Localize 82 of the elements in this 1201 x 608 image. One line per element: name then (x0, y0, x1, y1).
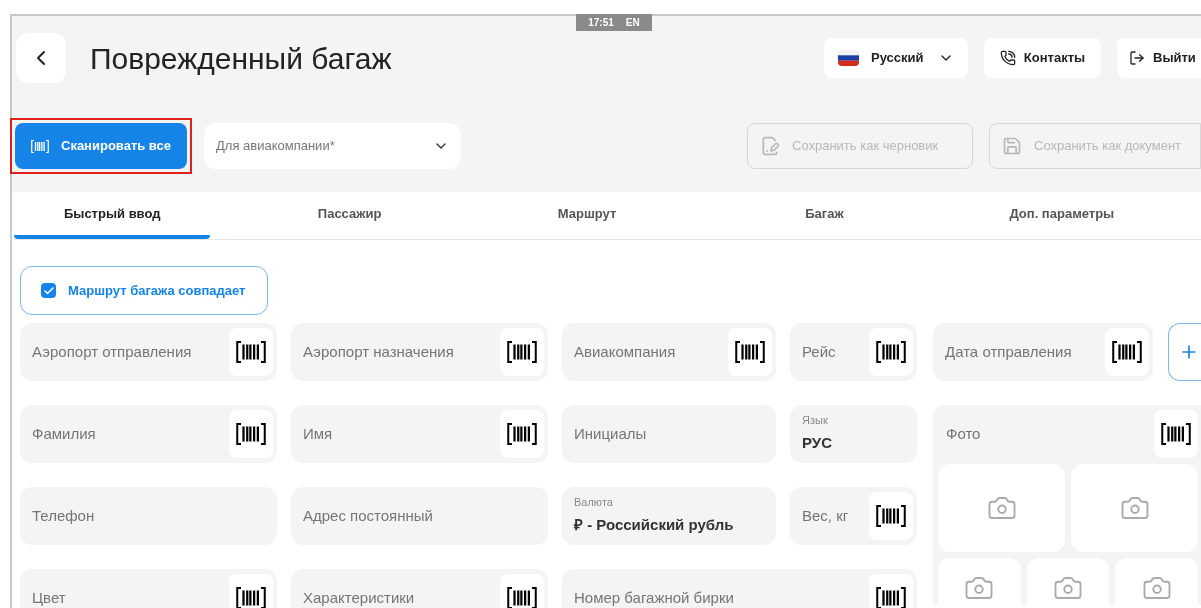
check-icon (42, 284, 55, 297)
scan-button[interactable] (728, 328, 772, 376)
tab[interactable]: Маршрут (488, 192, 686, 239)
input-field[interactable]: Имя (291, 405, 548, 463)
scan-all-button[interactable]: Сканировать все (15, 123, 187, 169)
route-match-checkbox[interactable]: Маршрут багажа совпадает (20, 266, 268, 315)
contacts-button[interactable]: Контакты (984, 38, 1101, 78)
input-field[interactable]: Авиакомпания (562, 323, 776, 381)
input-field[interactable]: Характеристики (291, 569, 548, 608)
field-label: Имя (303, 423, 333, 444)
save-icon (1002, 136, 1022, 156)
field-label: Дата отправления (945, 341, 1072, 362)
barcode-scan-icon (876, 503, 906, 529)
input-field[interactable]: Цвет (20, 569, 277, 608)
barcode-scan-icon (236, 585, 266, 608)
field-label: Адрес постоянный (303, 505, 433, 526)
add-button[interactable] (1168, 323, 1201, 381)
scan-button[interactable] (229, 328, 273, 376)
field-label: Фамилия (32, 423, 96, 444)
scan-button[interactable] (229, 410, 273, 458)
field-label: Вес, кг (802, 505, 849, 526)
field-label: Телефон (32, 505, 95, 526)
airline-select[interactable]: Для авиакомпании* (204, 123, 461, 169)
document-icon (760, 136, 780, 156)
page-title: Поврежденный багаж (90, 40, 392, 77)
scan-button[interactable] (869, 492, 913, 540)
barcode-scan-icon (876, 585, 906, 608)
field-label: Цвет (32, 587, 66, 608)
phone-icon (999, 50, 1016, 66)
input-field[interactable]: Телефон (20, 487, 277, 545)
scan-button[interactable] (869, 328, 913, 376)
field-label: Язык (802, 413, 829, 428)
input-field[interactable]: Номер багажной бирки (562, 569, 917, 608)
tab[interactable]: Доп. параметры (963, 192, 1161, 239)
barcode-scan-icon (507, 421, 537, 447)
input-field[interactable]: Фамилия (20, 405, 277, 463)
input-field[interactable]: Дата отправления (933, 323, 1153, 381)
barcode-scan-icon (876, 339, 906, 365)
scan-button[interactable] (229, 574, 273, 608)
scan-button[interactable] (1105, 328, 1149, 376)
input-field[interactable]: Рейс (790, 323, 917, 381)
scan-button[interactable] (500, 410, 544, 458)
field-label: Аэропорт назначения (303, 341, 454, 362)
tab[interactable]: Пассажир (251, 192, 448, 239)
logout-icon (1129, 50, 1145, 66)
logout-button[interactable]: Выйти (1117, 38, 1201, 78)
barcode-scan-icon (735, 339, 765, 365)
field-label: Аэропорт отправления (32, 341, 192, 362)
scan-button[interactable] (869, 574, 913, 608)
scan-button[interactable] (1154, 410, 1198, 458)
input-field[interactable]: Язык РУС (790, 405, 917, 463)
field-value: ₽ - Российский рубль (574, 514, 735, 535)
field-label: Характеристики (303, 587, 415, 608)
barcode-scan-icon (507, 585, 537, 608)
input-field[interactable]: Аэропорт назначения (291, 323, 548, 381)
barcode-scan-icon (1161, 421, 1191, 447)
flag-icon (838, 50, 859, 66)
tab[interactable]: Быстрый ввод (14, 192, 211, 239)
field-label: Фото (946, 423, 981, 444)
status-language: EN (625, 16, 640, 30)
barcode-scan-icon (236, 339, 266, 365)
barcode-scan-icon (507, 339, 537, 365)
field-value: РУС (802, 432, 833, 453)
field-label: Авиакомпания (574, 341, 676, 362)
barcode-scan-icon (1112, 339, 1142, 365)
checkbox[interactable] (41, 283, 56, 298)
field-label: Валюта (574, 495, 614, 510)
input-field[interactable]: Аэропорт отправления (20, 323, 277, 381)
field-label: Инициалы (574, 423, 647, 444)
input-field[interactable]: Валюта ₽ - Российский рубль (562, 487, 776, 545)
field-label: Рейс (802, 341, 836, 362)
input-field[interactable]: Инициалы (562, 405, 776, 463)
input-field[interactable]: Вес, кг (790, 487, 917, 545)
input-field[interactable]: Адрес постоянный (291, 487, 548, 545)
tab[interactable]: Багаж (726, 192, 923, 239)
barcode-scan-icon (236, 421, 266, 447)
status-time: 17:51 (588, 16, 614, 30)
barcode-scan-icon (31, 138, 49, 154)
scan-button[interactable] (500, 328, 544, 376)
scan-button[interactable] (500, 574, 544, 608)
field-label: Номер багажной бирки (574, 587, 734, 608)
language-select[interactable]: Русский (824, 38, 968, 78)
